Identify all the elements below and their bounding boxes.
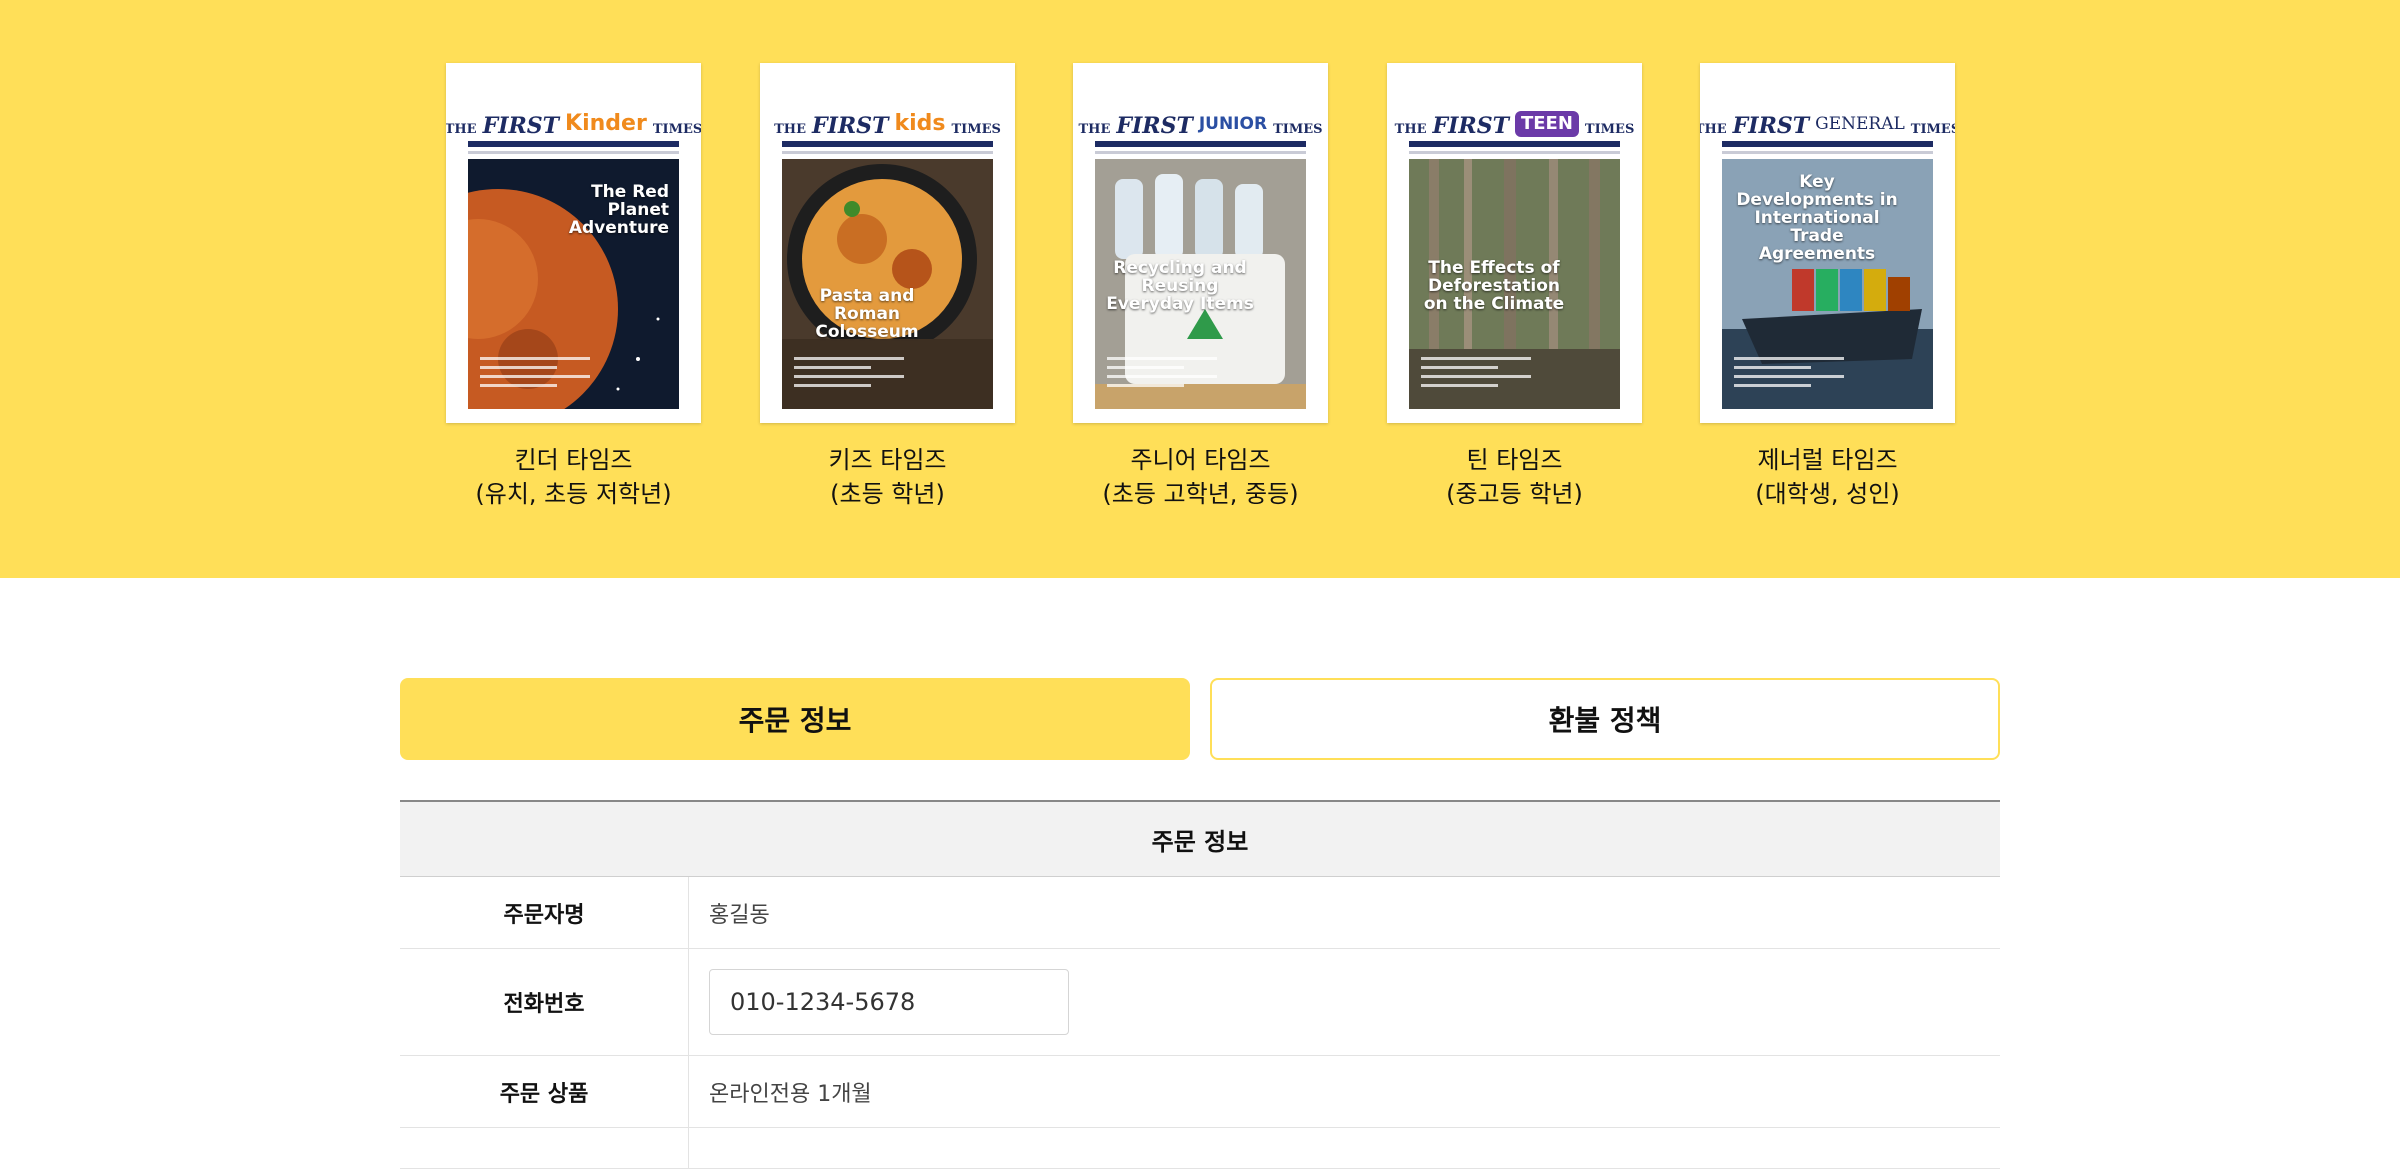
cover-headline: Recycling and Reusing Everyday Items — [1106, 258, 1254, 314]
magazine-name: 킨더 타임즈 — [514, 446, 633, 474]
masthead-times: TIMES — [1910, 122, 1955, 137]
masthead-subbar — [1409, 151, 1620, 154]
cover-headline: The Effects of Deforestation on the Clim… — [1423, 258, 1565, 314]
masthead: THE FIRST GENERAL TIMES — [1700, 89, 1955, 139]
orderer-name-value: 홍길동 — [709, 902, 770, 928]
cover-photo: Recycling and Reusing Everyday Items — [1095, 159, 1306, 409]
magazine-cover-kinder[interactable]: THE FIRST Kinder TIMES The Red Planet Ad… — [446, 63, 701, 423]
magazine-cover-general[interactable]: THE FIRST GENERAL TIMES Key Develo — [1700, 63, 1955, 423]
empty-label — [400, 1128, 689, 1168]
order-tabs: 주문 정보 환불 정책 — [400, 678, 2000, 760]
masthead: THE FIRST kids TIMES — [774, 89, 1001, 139]
magazine-cover-junior[interactable]: THE FIRST JUNIOR TIMES Recycling and Reu… — [1073, 63, 1328, 423]
product-label: 주문 상품 — [400, 1056, 689, 1127]
phone-input[interactable] — [709, 969, 1069, 1035]
orderer-name-label: 주문자명 — [400, 877, 689, 948]
magazine-caption: 키즈 타임즈 (초등 학년) — [760, 443, 1015, 511]
table-row: 주문 상품 온라인전용 1개월 — [400, 1056, 2000, 1128]
cover-teasers — [480, 351, 590, 387]
masthead-bar — [1095, 141, 1306, 147]
cover-teasers — [794, 351, 904, 387]
magazine-name: 주니어 타임즈 — [1130, 446, 1271, 474]
cover-headline: Key Developments in International Trade … — [1736, 172, 1898, 264]
magazine-name: 키즈 타임즈 — [828, 446, 947, 474]
masthead-subbar — [1722, 151, 1933, 154]
tab-order-info[interactable]: 주문 정보 — [400, 678, 1190, 760]
masthead-bar — [1409, 141, 1620, 147]
order-table-heading: 주문 정보 — [400, 802, 2000, 877]
cover-photo: The Red Planet Adventure — [468, 159, 679, 409]
masthead-edition: Kinder — [565, 111, 647, 136]
magazine-card-kinder[interactable]: THE FIRST Kinder TIMES The Red Planet Ad… — [446, 63, 701, 511]
masthead-the: THE — [1394, 122, 1427, 137]
masthead-first: FIRST — [482, 113, 560, 139]
magazine-caption: 제너럴 타임즈 (대학생, 성인) — [1700, 443, 1955, 511]
cover-headline: The Red Planet Adventure — [568, 182, 669, 238]
masthead-edition: GENERAL — [1815, 114, 1905, 134]
magazine-card-junior[interactable]: THE FIRST JUNIOR TIMES Recycling and Reu… — [1073, 63, 1328, 511]
magazine-card-general[interactable]: THE FIRST GENERAL TIMES Key Develo — [1700, 63, 1955, 511]
cover-teasers — [1734, 351, 1844, 387]
magazine-caption: 주니어 타임즈 (초등 고학년, 중등) — [1073, 443, 1328, 511]
cover-teasers — [1107, 351, 1217, 387]
masthead: THE FIRST Kinder TIMES — [446, 89, 701, 139]
magazine-audience: (유치, 초등 저학년) — [475, 480, 672, 508]
masthead-edition: TEEN — [1514, 111, 1579, 137]
magazine-cover-kids[interactable]: THE FIRST kids TIMES Pasta and Roman Col… — [760, 63, 1015, 423]
masthead-edition: kids — [894, 111, 946, 136]
magazine-audience: (대학생, 성인) — [1755, 480, 1900, 508]
cover-teasers — [1421, 351, 1531, 387]
masthead: THE FIRST TEEN TIMES — [1395, 89, 1634, 139]
cover-headline: Pasta and Roman Colosseum — [815, 286, 919, 342]
masthead-first: FIRST — [1432, 113, 1509, 139]
order-info-table: 주문 정보 주문자명 홍길동 전화번호 주문 상품 온라인전용 1개월 — [400, 800, 2000, 1169]
masthead-edition: JUNIOR — [1198, 114, 1268, 134]
masthead: THE FIRST JUNIOR TIMES — [1079, 89, 1323, 139]
masthead-subbar — [468, 151, 679, 154]
masthead-bar — [468, 141, 679, 147]
masthead-times: TIMES — [951, 122, 1001, 137]
phone-cell — [689, 949, 2000, 1055]
magazine-name: 제너럴 타임즈 — [1757, 446, 1898, 474]
masthead-subbar — [782, 151, 993, 154]
cover-photo: The Effects of Deforestation on the Clim… — [1409, 159, 1620, 409]
cover-photo: Pasta and Roman Colosseum — [782, 159, 993, 409]
magazine-audience: (중고등 학년) — [1446, 480, 1583, 508]
masthead-subbar — [1095, 151, 1306, 154]
magazine-audience: (초등 고학년, 중등) — [1102, 480, 1299, 508]
tab-refund-policy[interactable]: 환불 정책 — [1210, 678, 2000, 760]
phone-label: 전화번호 — [400, 949, 689, 1055]
empty-value — [689, 1128, 2000, 1168]
table-row: 전화번호 — [400, 949, 2000, 1056]
masthead-first: FIRST — [811, 113, 889, 139]
masthead-first: FIRST — [1732, 113, 1810, 139]
table-row: 주문자명 홍길동 — [400, 877, 2000, 949]
masthead-bar — [1722, 141, 1933, 147]
product-value: 온라인전용 1개월 — [709, 1081, 872, 1107]
table-row — [400, 1128, 2000, 1169]
masthead-times: TIMES — [1273, 122, 1323, 137]
magazine-card-teen[interactable]: THE FIRST TEEN TIMES The Effects of Defo… — [1387, 63, 1642, 511]
magazine-cover-teen[interactable]: THE FIRST TEEN TIMES The Effects of Defo… — [1387, 63, 1642, 423]
magazine-caption: 킨더 타임즈 (유치, 초등 저학년) — [446, 443, 701, 511]
magazine-showcase: THE FIRST Kinder TIMES The Red Planet Ad… — [0, 0, 2400, 578]
magazine-caption: 틴 타임즈 (중고등 학년) — [1387, 443, 1642, 511]
masthead-the: THE — [446, 122, 477, 137]
cover-photo: Key Developments in International Trade … — [1722, 159, 1933, 409]
masthead-first: FIRST — [1116, 113, 1193, 139]
magazine-card-kids[interactable]: THE FIRST kids TIMES Pasta and Roman Col… — [760, 63, 1015, 511]
magazine-name: 틴 타임즈 — [1466, 446, 1563, 474]
masthead-the: THE — [1700, 122, 1727, 137]
masthead-bar — [782, 141, 993, 147]
masthead-times: TIMES — [652, 122, 701, 137]
masthead-the: THE — [774, 122, 806, 137]
magazine-audience: (초등 학년) — [830, 480, 945, 508]
masthead-the: THE — [1078, 122, 1111, 137]
masthead-times: TIMES — [1584, 122, 1635, 137]
